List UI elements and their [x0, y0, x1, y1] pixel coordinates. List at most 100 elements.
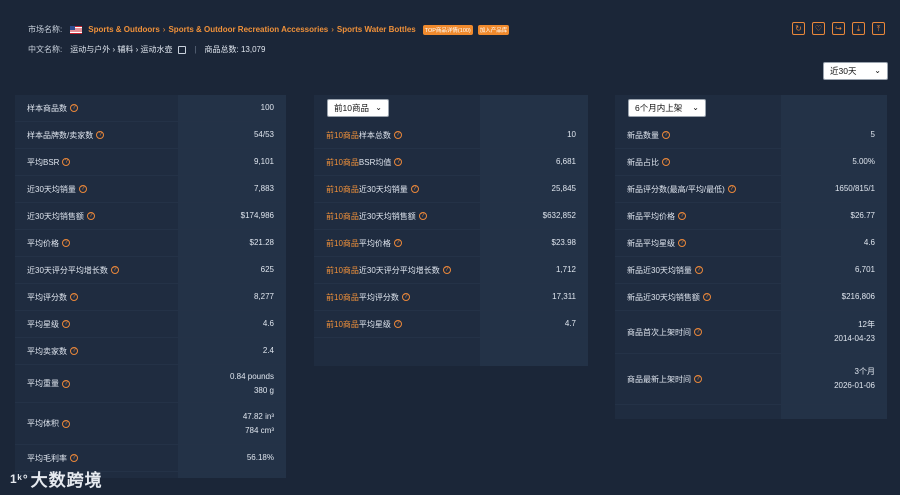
stat-value-line: 6,701	[854, 265, 875, 274]
stat-label-text: 平均毛利率	[27, 453, 67, 463]
stat-value: $21.28	[250, 236, 274, 250]
top10-prefix: 前10商品	[326, 211, 359, 221]
stat-label-text: 平均卖家数	[27, 346, 67, 356]
stat-label: 样本品牌数/卖家数?	[27, 130, 105, 141]
help-icon[interactable]: ?	[678, 239, 686, 247]
top-products-tag[interactable]: TOP商品详情(100)	[422, 24, 473, 35]
help-icon[interactable]: ?	[70, 293, 78, 301]
stat-label-text: 新品平均星级	[627, 238, 675, 248]
help-icon[interactable]: ?	[394, 158, 403, 166]
help-icon[interactable]: ?	[694, 375, 702, 383]
help-icon[interactable]: ?	[393, 239, 402, 247]
cn-label: 中文名称:	[28, 45, 63, 54]
help-icon[interactable]: ?	[62, 320, 70, 328]
stat-label-text: 商品首次上架时间	[627, 327, 691, 337]
help-icon[interactable]: ?	[70, 454, 78, 462]
stat-value: 17,311	[552, 290, 576, 304]
market-header: 市场名称: Sports & Outdoors › Sports & Outdo…	[28, 24, 510, 35]
stat-row: 前10商品 BSR均值? 6,681	[314, 149, 588, 176]
stat-value: 56.18%	[247, 451, 274, 465]
help-icon[interactable]: ?	[110, 266, 119, 274]
help-icon[interactable]: ?	[86, 212, 95, 220]
stat-row: 样本品牌数/卖家数? 54/53	[15, 122, 286, 149]
period-select[interactable]: 近30天 ⌄	[823, 62, 888, 80]
stat-row: 新品近30天均销量? 6,701	[615, 257, 887, 284]
stat-row: 新品占比? 5.00%	[615, 149, 887, 176]
help-icon[interactable]: ?	[662, 158, 670, 166]
help-icon[interactable]: ?	[62, 419, 70, 428]
stat-value-line: 10	[567, 130, 576, 139]
stat-value-line: $216,806	[841, 292, 875, 301]
help-icon[interactable]: ?	[393, 320, 402, 328]
stat-value: 100	[261, 101, 274, 115]
stat-label: 前10商品 样本总数?	[326, 130, 402, 141]
stat-value: 54/53	[254, 128, 274, 142]
export-icon[interactable]: ⤒	[872, 22, 885, 35]
add-to-library-tag[interactable]: 加入产品库	[477, 24, 510, 35]
stat-value: 5	[871, 128, 875, 142]
help-icon[interactable]: ?	[662, 131, 670, 139]
stat-value: 2.4	[263, 344, 274, 358]
stat-row: 新品评分数(最高/平均/最低)? 1650/815/1	[615, 176, 887, 203]
stat-value: 8,277	[254, 290, 274, 304]
stat-value-line: 54/53	[253, 130, 274, 139]
help-icon[interactable]: ?	[410, 185, 419, 193]
stat-value-line: $23.98	[551, 238, 576, 247]
top10-select-value: 前10商品	[334, 103, 369, 113]
help-icon[interactable]: ?	[401, 293, 410, 301]
stat-value: $174,986	[241, 209, 274, 223]
help-icon[interactable]: ?	[393, 131, 402, 139]
chevron-down-icon: ⌄	[874, 66, 881, 76]
top10-prefix: 前10商品	[326, 238, 359, 248]
logo-mark-icon: 1ᵏ°	[10, 471, 29, 486]
top10-select[interactable]: 前10商品 ⌄	[327, 99, 389, 117]
new-products-select[interactable]: 6个月内上架 ⌄	[628, 99, 706, 117]
stat-value: 7,883	[254, 182, 274, 196]
new-products-panel: 6个月内上架 ⌄ 新品数量? 5 新品占比? 5.00% 新品评分数(最高/平均/最低)…	[615, 95, 887, 419]
share-icon[interactable]: ↪	[832, 22, 845, 35]
stat-value: 1650/815/1	[835, 182, 875, 196]
stat-label-text: BSR均值	[358, 157, 392, 167]
help-icon[interactable]: ?	[62, 239, 70, 247]
help-icon[interactable]: ?	[442, 266, 451, 274]
favorite-icon[interactable]: ♡	[812, 22, 825, 35]
stat-value-line: 4.6	[262, 319, 274, 328]
stat-row: 前10商品 近30天均销售额? $632,852	[314, 203, 588, 230]
external-link-icon[interactable]	[178, 45, 187, 54]
stat-label-text: 近30天评分平均增长数	[358, 265, 440, 275]
help-icon[interactable]: ?	[70, 104, 78, 112]
help-icon[interactable]: ?	[727, 185, 736, 193]
stat-row: 商品首次上架时间? 12年 2014-04-23	[615, 311, 887, 354]
help-icon[interactable]: ?	[70, 347, 78, 355]
stat-value-line: 17,311	[552, 292, 576, 301]
help-icon[interactable]: ?	[62, 158, 71, 166]
brand-logo-text: 大数跨境	[30, 471, 103, 490]
stat-label-text: 平均星级	[358, 319, 391, 329]
stat-label-text: 近30天均销量	[358, 184, 408, 194]
help-icon[interactable]: ?	[702, 293, 711, 301]
stat-row: 近30天均销售额? $174,986	[15, 203, 286, 230]
help-icon[interactable]: ?	[62, 379, 70, 388]
download-icon[interactable]: ⤓	[852, 22, 865, 35]
help-icon[interactable]: ?	[418, 212, 427, 220]
breadcrumb-item[interactable]: Sports & Outdoor Recreation Accessories	[168, 25, 328, 34]
stat-value: 1,712	[556, 263, 576, 277]
breadcrumb-item[interactable]: Sports & Outdoors	[88, 25, 160, 34]
help-icon[interactable]: ?	[78, 185, 87, 193]
stat-label-text: 样本品牌数/卖家数	[27, 130, 94, 140]
stat-value-line: $26.77	[850, 211, 875, 220]
help-icon[interactable]: ?	[96, 131, 105, 139]
stat-label: 前10商品 近30天评分平均增长数?	[326, 265, 451, 276]
help-icon[interactable]: ?	[678, 212, 686, 220]
help-icon[interactable]: ?	[694, 266, 703, 274]
stat-row: 前10商品 平均星级? 4.7	[314, 311, 588, 338]
stat-value-line: 1,712	[555, 265, 576, 274]
cn-breadcrumb: 运动与户外 › 辅料 › 运动水壶	[70, 45, 173, 54]
total-products: 商品总数: 13,079	[204, 45, 266, 54]
left-summary-panel: 样本商品数? 100 样本品牌数/卖家数? 54/53 平均BSR? 9,101 近30天均…	[15, 95, 286, 478]
breadcrumb-item[interactable]: Sports Water Bottles	[337, 25, 416, 34]
stat-value-line: 0.84 pounds	[229, 371, 274, 381]
help-icon[interactable]: ?	[694, 328, 702, 336]
stat-row: 商品最新上架时间? 3个月 2026-01-06	[615, 354, 887, 405]
refresh-icon[interactable]: ↻	[792, 22, 805, 35]
